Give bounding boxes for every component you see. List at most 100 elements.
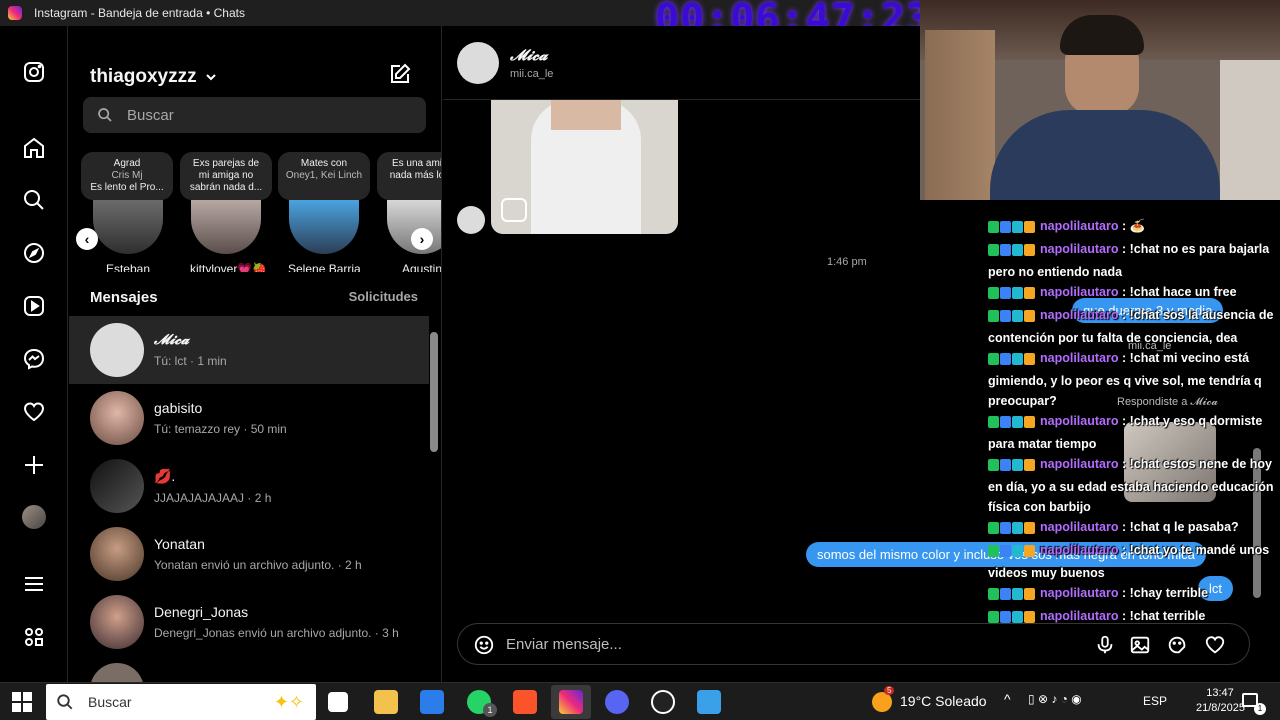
thread-avatar (90, 663, 144, 682)
note-bubble[interactable]: Mates con Oney1, Kei Linch (278, 152, 370, 200)
contact-avatar[interactable] (457, 42, 499, 84)
whatsapp-badge: 1 (483, 703, 497, 717)
chat-badge-icon (1012, 287, 1023, 299)
story-avatar[interactable]: Selene Barria (288, 200, 361, 272)
windows-start-icon[interactable] (12, 692, 32, 712)
file-explorer-icon[interactable] (374, 690, 398, 714)
microphone-icon[interactable] (1094, 634, 1116, 656)
search-input[interactable]: Buscar (83, 97, 426, 133)
message-composer[interactable]: Enviar mensaje... (457, 623, 1250, 665)
chat-badge-icon (1024, 459, 1035, 471)
chevron-up-icon[interactable]: ^ (1004, 691, 1011, 707)
chat-badge-icon (1000, 287, 1011, 299)
messenger-icon[interactable] (22, 347, 46, 371)
instagram-icon[interactable] (22, 60, 46, 84)
thread-preview: JJAJAJAJAJAAJ · 2 h (154, 490, 272, 505)
brave-icon[interactable] (513, 690, 537, 714)
chat-badges (988, 219, 1036, 239)
contact-name: 𝓜𝓲𝓬𝓪 (510, 46, 548, 64)
composer-placeholder: Enviar mensaje... (506, 636, 622, 653)
thread-item[interactable]: Yonatan Yonatan envió un archivo adjunto.… (69, 520, 429, 588)
sticker-icon[interactable] (1166, 634, 1188, 656)
sparkle-icon: ✦✧ (273, 691, 304, 712)
chat-badge-icon (1000, 353, 1011, 365)
chat-badge-icon (1012, 416, 1023, 428)
note-bubble[interactable]: Es una ami nada más lo (377, 152, 442, 200)
obs-icon[interactable] (651, 690, 675, 714)
home-icon[interactable] (22, 136, 46, 160)
taskbar-search-input[interactable]: Buscar ✦✧ (46, 684, 316, 720)
chat-message: napolilautaro : 🍝 (988, 216, 1278, 239)
username: thiagoxyzzz (90, 66, 197, 87)
explore-icon[interactable] (22, 241, 46, 265)
chat-badge-icon (988, 287, 999, 299)
chat-badge-icon (1012, 221, 1023, 233)
chat-message: napolilautaro : !chay terrible (988, 583, 1278, 606)
chat-badge-icon (988, 611, 999, 623)
story-avatar[interactable]: Esteban (92, 200, 164, 272)
reels-icon[interactable] (22, 294, 46, 318)
chat-nickname: napolilautaro (1040, 520, 1119, 534)
chat-badge-icon (1000, 588, 1011, 600)
carousel-next-button[interactable]: › (411, 228, 433, 250)
thread-item[interactable]: lau (69, 656, 429, 682)
chat-badge-icon (1000, 522, 1011, 534)
profile-avatar[interactable] (22, 505, 46, 529)
messages-heading: Mensajes (90, 289, 158, 306)
carousel-prev-button[interactable]: ‹ (76, 228, 98, 250)
task-view-icon[interactable] (328, 692, 348, 712)
chat-badge-icon (1012, 611, 1023, 623)
conversation-header[interactable]: 𝓜𝓲𝓬𝓪 mii.ca_le (443, 26, 920, 100)
thread-item[interactable]: gabisito Tú: temazzo rey · 50 min (69, 384, 429, 452)
contact-handle: mii.ca_le (510, 68, 554, 80)
thread-name: Denegri_Jonas (154, 604, 249, 620)
inbox-panel: thiagoxyzzz Buscar Agrad Cris Mj Es lent… (69, 26, 442, 682)
clock-date: 21/8/2025 (1196, 702, 1245, 714)
menu-icon[interactable] (22, 572, 46, 596)
image-icon[interactable] (1129, 634, 1151, 656)
tray-icons[interactable]: ▯ ⊗ ♪ ◔ ◉ (1028, 692, 1082, 706)
store-icon[interactable] (420, 690, 444, 714)
account-switcher[interactable]: thiagoxyzzz (90, 66, 217, 88)
chat-badges (988, 308, 1036, 328)
note-bubble[interactable]: Agrad Cris Mj Es lento el Pro... (81, 152, 173, 200)
instagram-taskbar-icon[interactable] (559, 690, 583, 714)
chat-badges (988, 285, 1036, 305)
thread-item[interactable]: Denegri_Jonas Denegri_Jonas envió un arch… (69, 588, 429, 656)
thread-item[interactable]: 𝓜𝓲𝓬𝓪 Tú: lct · 1 min (69, 316, 429, 384)
requests-link[interactable]: Solicitudes (349, 289, 418, 304)
note-bubble[interactable]: Exs parejas de mi amiga no sabrán nada d… (180, 152, 272, 200)
clock[interactable]: 13:47 21/8/2025 (1196, 686, 1245, 716)
heart-icon[interactable] (1204, 634, 1226, 656)
chat-badge-icon (1000, 221, 1011, 233)
chat-nickname: napolilautaro (1040, 586, 1119, 600)
inbox-scrollbar[interactable] (430, 322, 438, 678)
apps-icon[interactable] (22, 625, 46, 649)
language-indicator[interactable]: ESP (1143, 694, 1167, 708)
chat-badge-icon (1024, 522, 1035, 534)
notifications-heart-icon[interactable] (22, 400, 46, 424)
story-name: kittylover💗🍓 (190, 262, 268, 272)
chat-badge-icon (988, 588, 999, 600)
chat-badge-icon (988, 244, 999, 256)
scrollbar-thumb[interactable] (430, 332, 438, 452)
weather-text[interactable]: 19°C Soleado (900, 693, 987, 709)
webcam-overlay (920, 0, 1280, 200)
shared-media-image[interactable] (491, 100, 678, 234)
chevron-left-icon: ‹ (84, 231, 90, 247)
chat-badge-icon (1000, 459, 1011, 471)
thread-avatar (90, 527, 144, 581)
note-line: Es una ami (391, 158, 442, 169)
search-icon[interactable] (22, 188, 46, 212)
thread-avatar (90, 459, 144, 513)
app-icon[interactable] (697, 690, 721, 714)
discord-icon[interactable] (605, 690, 629, 714)
create-icon[interactable] (22, 453, 46, 477)
weather-icon[interactable] (872, 692, 892, 712)
chat-nickname: napolilautaro (1040, 543, 1119, 557)
story-name: Agustin (401, 262, 442, 272)
new-message-icon[interactable] (388, 62, 412, 86)
story-avatar[interactable]: kittylover💗🍓 (190, 200, 268, 272)
thread-item[interactable]: 💋. JJAJAJAJAJAAJ · 2 h (69, 452, 429, 520)
emoji-icon[interactable] (473, 634, 495, 656)
